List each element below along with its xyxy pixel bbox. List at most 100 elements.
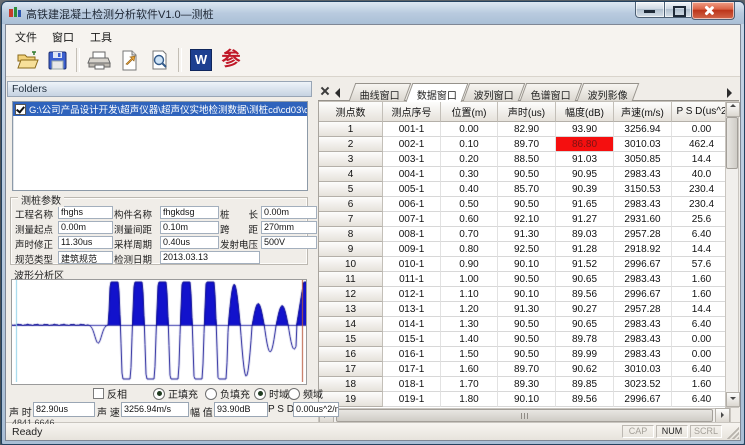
param-value[interactable]: 建筑规范	[58, 251, 113, 264]
row-number-cell[interactable]: 7	[319, 212, 383, 227]
table-cell[interactable]: 40.0	[672, 167, 731, 182]
table-cell[interactable]: 1.60	[672, 287, 731, 302]
row-number-cell[interactable]: 18	[319, 377, 383, 392]
param-value[interactable]: 500V	[261, 236, 317, 249]
table-cell[interactable]: 1.50	[441, 347, 498, 362]
row-number-cell[interactable]: 15	[319, 332, 383, 347]
table-cell[interactable]: 91.30	[498, 302, 556, 317]
table-cell[interactable]: 6.40	[672, 392, 731, 407]
word-export-button[interactable]: W	[186, 46, 216, 74]
table-cell[interactable]: 91.30	[498, 227, 556, 242]
table-cell[interactable]: 3256.94	[614, 122, 672, 137]
print-preview-button[interactable]	[144, 46, 174, 74]
print-button[interactable]	[84, 46, 114, 74]
psd-value[interactable]: 0.00us^2/m	[293, 402, 339, 417]
parameters-button[interactable]: 参	[216, 46, 246, 74]
table-cell[interactable]: 86.80	[556, 137, 614, 152]
row-number-cell[interactable]: 16	[319, 347, 383, 362]
table-cell[interactable]: 92.10	[498, 212, 556, 227]
table-cell[interactable]: 0.90	[441, 257, 498, 272]
radio-fill-negative[interactable]: 负填充	[205, 386, 250, 401]
table-cell[interactable]: 3023.52	[614, 377, 672, 392]
table-cell[interactable]: 90.50	[498, 197, 556, 212]
table-cell[interactable]: 0.00	[441, 122, 498, 137]
table-cell[interactable]: 016-1	[383, 347, 441, 362]
table-cell[interactable]: 2931.60	[614, 212, 672, 227]
table-cell[interactable]: 91.28	[556, 242, 614, 257]
table-cell[interactable]: 0.30	[441, 167, 498, 182]
table-cell[interactable]: 012-1	[383, 287, 441, 302]
radio-time-domain[interactable]: 时域	[254, 386, 289, 401]
table-cell[interactable]: 0.60	[441, 212, 498, 227]
table-cell[interactable]: 003-1	[383, 152, 441, 167]
table-cell[interactable]: 0.80	[441, 242, 498, 257]
table-cell[interactable]: 82.90	[498, 122, 556, 137]
param-value[interactable]: fhghs	[58, 206, 113, 219]
open-file-button[interactable]	[12, 46, 42, 74]
export-report-button[interactable]	[114, 46, 144, 74]
table-cell[interactable]: 91.03	[556, 152, 614, 167]
table-cell[interactable]: 6.40	[672, 317, 731, 332]
table-cell[interactable]: 017-1	[383, 362, 441, 377]
table-cell[interactable]: 007-1	[383, 212, 441, 227]
scroll-right-button[interactable]	[715, 408, 730, 423]
table-cell[interactable]: 2983.43	[614, 347, 672, 362]
table-cell[interactable]: 90.50	[498, 347, 556, 362]
radio-freq-domain[interactable]: 频域	[288, 386, 323, 401]
horizontal-scroll-thumb[interactable]	[336, 409, 713, 422]
table-cell[interactable]: 89.78	[556, 332, 614, 347]
row-number-cell[interactable]: 10	[319, 257, 383, 272]
table-cell[interactable]: 89.70	[498, 137, 556, 152]
table-cell[interactable]: 90.62	[556, 362, 614, 377]
table-cell[interactable]: 0.40	[441, 182, 498, 197]
table-cell[interactable]: 2996.67	[614, 287, 672, 302]
row-number-cell[interactable]: 13	[319, 302, 383, 317]
table-cell[interactable]: 3010.03	[614, 137, 672, 152]
waveform-canvas[interactable]	[12, 280, 306, 382]
table-cell[interactable]: 6.40	[672, 227, 731, 242]
table-cell[interactable]: 25.6	[672, 212, 731, 227]
sound-time-value[interactable]: 82.90us	[33, 402, 95, 417]
row-number-cell[interactable]: 1	[319, 122, 383, 137]
row-number-cell[interactable]: 5	[319, 182, 383, 197]
table-cell[interactable]: 1.20	[441, 302, 498, 317]
table-cell[interactable]: 91.27	[556, 212, 614, 227]
table-cell[interactable]: 009-1	[383, 242, 441, 257]
table-cell[interactable]: 93.90	[556, 122, 614, 137]
pane-close-button[interactable]	[319, 85, 331, 97]
radio-fill-positive[interactable]: 正填充	[153, 386, 198, 401]
table-cell[interactable]: 013-1	[383, 302, 441, 317]
table-cell[interactable]: 1.60	[672, 272, 731, 287]
table-cell[interactable]: 1.00	[441, 272, 498, 287]
param-value[interactable]: 11.30us	[58, 236, 113, 249]
param-value[interactable]: 0.00m	[261, 206, 317, 219]
table-cell[interactable]: 14.4	[672, 242, 731, 257]
save-button[interactable]	[42, 46, 72, 74]
table-cell[interactable]: 0.70	[441, 227, 498, 242]
table-cell[interactable]: 1.70	[441, 377, 498, 392]
table-cell[interactable]: 008-1	[383, 227, 441, 242]
folders-list[interactable]: G:\公司产品设计开发\超声仪器\超声仪实地检测数据\测桩cd\cd03\cd0…	[12, 101, 308, 191]
minimize-button[interactable]	[635, 2, 665, 18]
table-cell[interactable]: 2983.43	[614, 197, 672, 212]
param-value[interactable]: 0.10m	[160, 221, 219, 234]
table-cell[interactable]: 462.4	[672, 137, 731, 152]
table-cell[interactable]: 14.4	[672, 152, 731, 167]
table-cell[interactable]: 1.30	[441, 317, 498, 332]
horizontal-scrollbar[interactable]	[318, 408, 731, 423]
table-cell[interactable]: 0.00	[672, 347, 731, 362]
table-cell[interactable]: 019-1	[383, 392, 441, 407]
row-number-cell[interactable]: 17	[319, 362, 383, 377]
table-cell[interactable]: 89.30	[498, 377, 556, 392]
table-cell[interactable]: 57.6	[672, 257, 731, 272]
table-cell[interactable]: 2996.67	[614, 257, 672, 272]
table-cell[interactable]: 89.03	[556, 227, 614, 242]
param-value[interactable]: 2013.03.13	[160, 251, 260, 264]
row-number-cell[interactable]: 14	[319, 317, 383, 332]
table-cell[interactable]: 006-1	[383, 197, 441, 212]
table-cell[interactable]: 1.40	[441, 332, 498, 347]
resize-grip[interactable]	[727, 427, 739, 439]
param-value[interactable]: fhgkdsg	[160, 206, 219, 219]
table-cell[interactable]: 0.20	[441, 152, 498, 167]
table-cell[interactable]: 1.80	[441, 392, 498, 407]
